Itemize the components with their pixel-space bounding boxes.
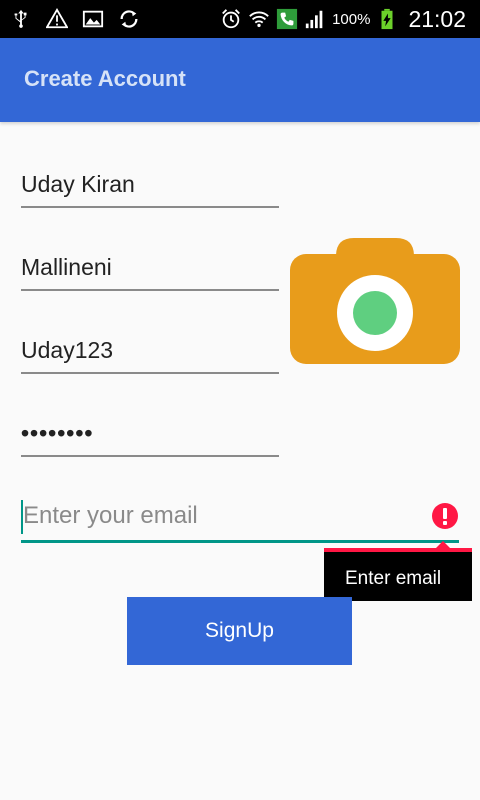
username-field[interactable]: Uday123: [21, 330, 279, 374]
call-icon: [276, 8, 298, 30]
warning-icon: [46, 8, 68, 30]
error-tooltip: Enter email: [324, 541, 472, 601]
last-name-field[interactable]: Mallineni: [21, 247, 279, 291]
battery-percent: 100%: [332, 10, 371, 28]
tooltip-arrow: [436, 541, 450, 548]
last-name-value: Mallineni: [21, 254, 112, 280]
alarm-icon: [220, 8, 242, 30]
field-underline: [21, 455, 279, 457]
error-message: Enter email: [345, 568, 442, 589]
password-value: ••••••••: [21, 420, 94, 446]
username-value: Uday123: [21, 337, 114, 363]
email-placeholder: Enter your email: [23, 502, 198, 529]
status-bar: 100% 21:02: [0, 0, 480, 38]
usb-icon: [10, 8, 32, 30]
field-underline: [21, 540, 459, 543]
tooltip-accent-bar: [324, 548, 472, 552]
camera-icon[interactable]: [290, 236, 460, 364]
field-underline: [21, 206, 279, 208]
signal-icon: [304, 8, 326, 30]
first-name-field[interactable]: Uday Kiran: [21, 164, 279, 208]
email-field[interactable]: Enter your email: [21, 498, 459, 543]
clock: 21:02: [408, 5, 466, 32]
status-bar-right: 100% 21:02: [220, 0, 466, 38]
error-icon[interactable]: [431, 502, 459, 530]
password-field[interactable]: ••••••••: [21, 413, 279, 457]
signup-button[interactable]: SignUp: [127, 597, 352, 665]
image-icon: [82, 8, 104, 30]
first-name-value: Uday Kiran: [21, 171, 135, 197]
field-underline: [21, 372, 279, 374]
page-title: Create Account: [24, 66, 186, 91]
wifi-icon: [248, 8, 270, 30]
app-bar: Create Account: [0, 38, 480, 122]
status-bar-left: [10, 0, 140, 38]
battery-charging-icon: [376, 8, 398, 30]
field-underline: [21, 289, 279, 291]
sync-icon: [118, 8, 140, 30]
